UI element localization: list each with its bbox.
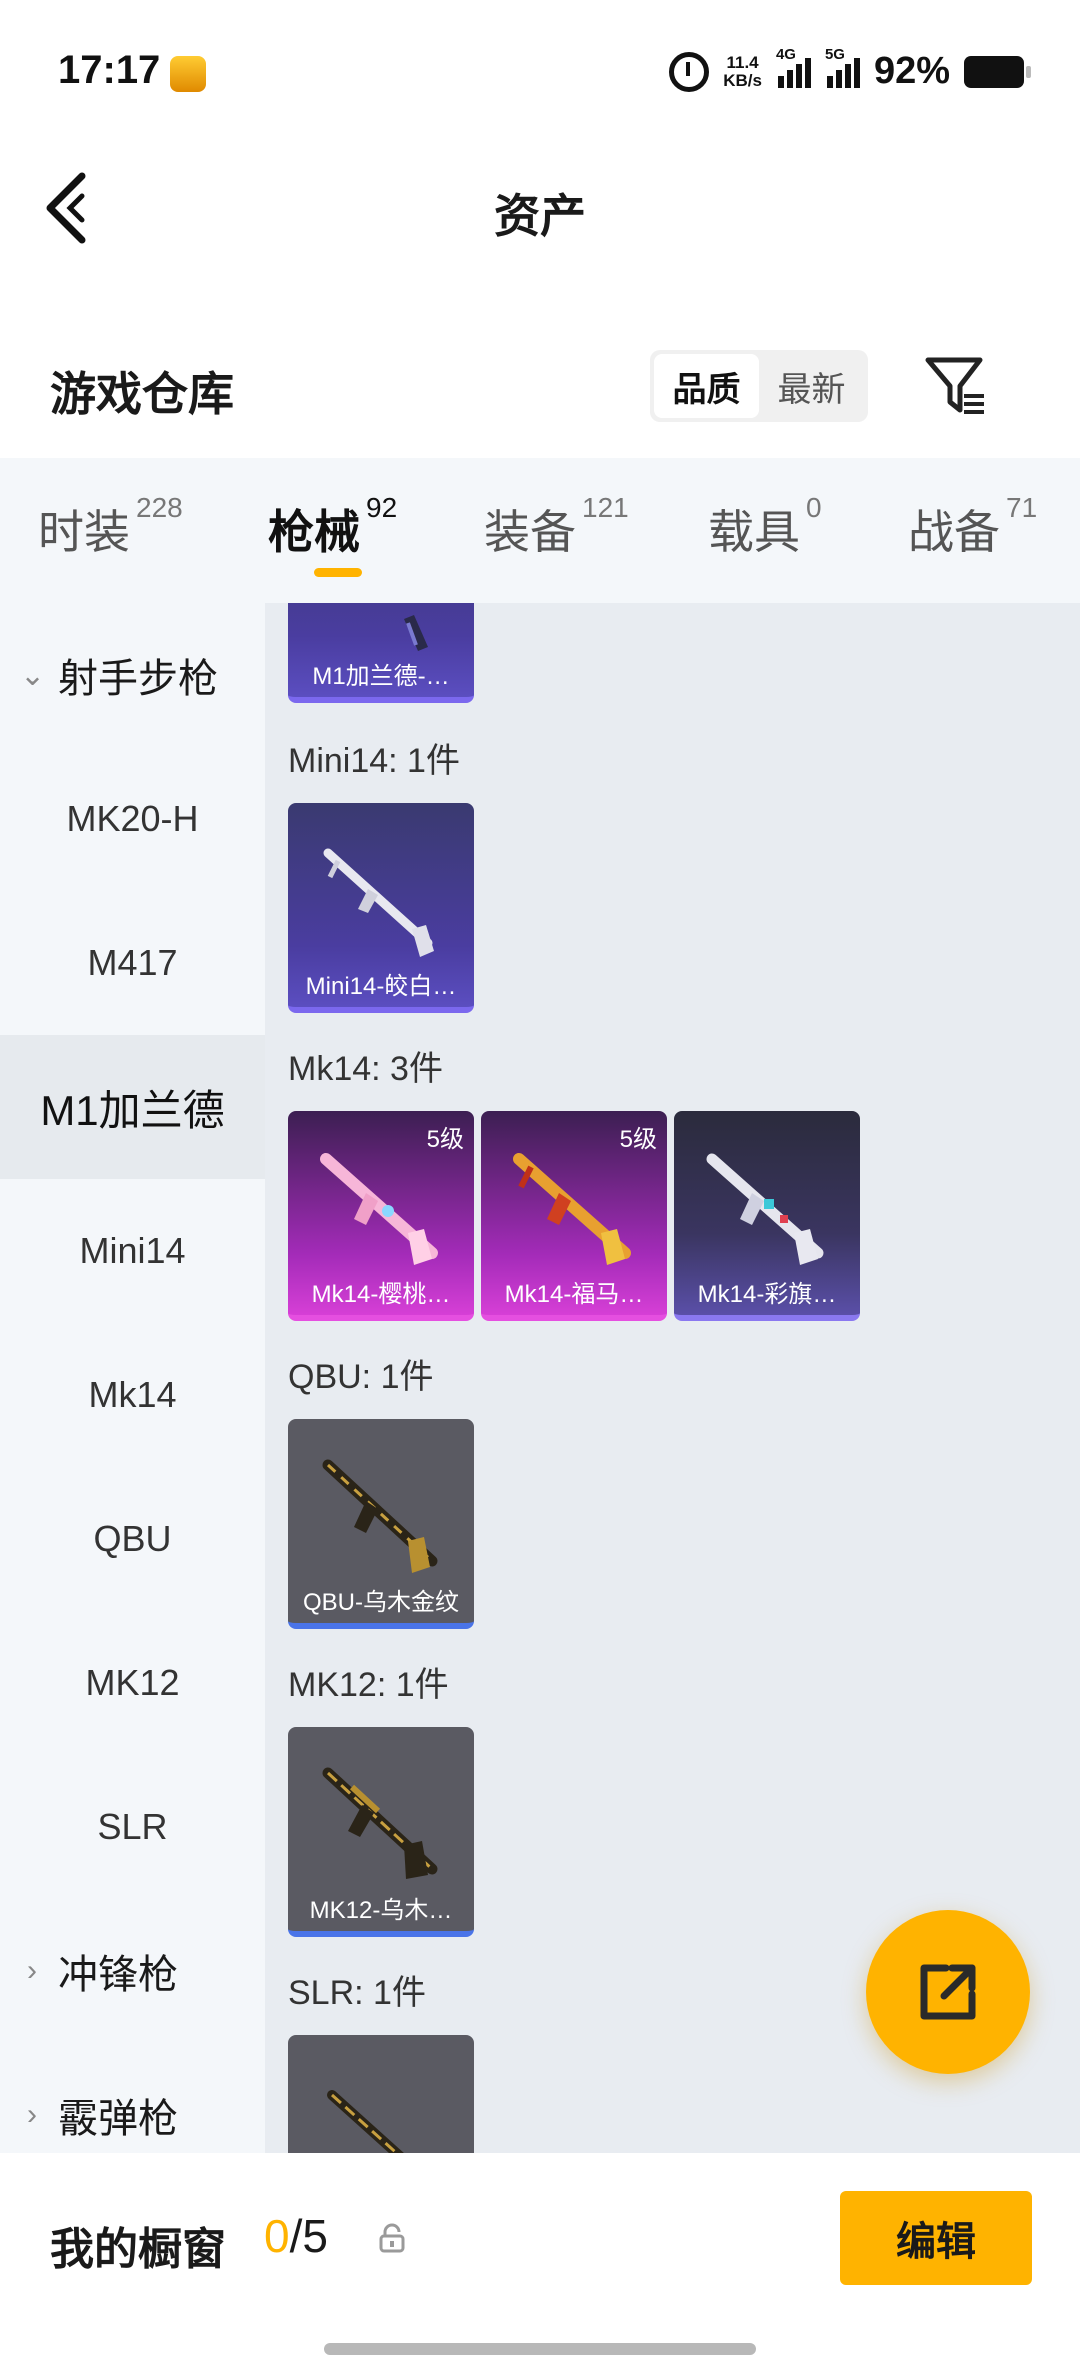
alarm-icon [669,51,710,92]
home-indicator[interactable] [324,2343,756,2355]
edit-button[interactable]: 编辑 [840,2191,1032,2285]
skin-card-name: QBU-乌木金纹 [303,1589,459,1616]
skin-card-name: Mk14-彩旗… [697,1281,837,1308]
network-speed-unit: KB/s [723,70,762,90]
tab-count: 121 [582,492,629,523]
share-button[interactable] [866,1910,1030,2074]
header: 资产 [0,140,1080,270]
battery-icon [964,55,1031,88]
tab-supplies[interactable]: 战备 71 [908,492,1037,562]
tab-equipment[interactable]: 装备 121 [484,492,629,562]
tab-vehicles[interactable]: 载具 0 [708,492,822,562]
signal-5g-label: 5G [824,45,845,63]
filter-icon [925,357,984,414]
skin-card[interactable]: M1加兰德-… [288,603,474,703]
tab-count: 92 [366,492,398,523]
skin-card-name: Mk14-福马… [504,1281,644,1308]
rifle-icon [320,1153,438,1265]
status-time: 17:17 [58,48,161,92]
skin-card[interactable]: MK12-乌木… [288,1727,474,1937]
sidebar-item-label: 霰弹枪 [58,2097,178,2141]
skin-card[interactable]: 5级 Mk14-樱桃… [288,1111,474,1321]
sort-option-quality[interactable]: 品质 [654,354,759,418]
tab-label: 时装 [38,506,130,558]
sidebar-item-label: 射手步枪 [58,657,218,701]
skin-card-name: Mk14-樱桃… [311,1281,451,1308]
sidebar-item-label: 冲锋枪 [58,1953,178,1997]
sidebar-item-mk12[interactable]: MK12 [0,1611,265,1755]
filter-button[interactable] [922,352,988,418]
skin-card-name: Mini14-皎白… [305,973,457,1000]
showcase-total: /5 [289,2210,328,2262]
showcase-bar: 我的橱窗 0/5 编辑 [0,2153,1080,2375]
group-label-mk14: Mk14: 3件 [288,1050,443,1088]
tab-label: 枪械 [268,506,360,558]
sidebar-item-qbu[interactable]: QBU [0,1467,265,1611]
sidebar-group-marksman-rifles[interactable]: ⌄ 射手步枪 [0,603,265,747]
share-icon [920,1964,976,2020]
battery-percent: 92% [873,50,950,92]
rifle-icon [513,1153,631,1265]
sidebar-item-slr[interactable]: SLR [0,1755,265,1899]
sort-option-latest[interactable]: 最新 [759,354,864,418]
tab-label: 战备 [908,506,1000,558]
lock-icon [379,2223,405,2253]
skin-card[interactable]: 5级 Mk14-福马… [481,1111,667,1321]
sidebar-group-smg[interactable]: › 冲锋枪 [0,1899,265,2043]
group-label-mini14: Mini14: 1件 [288,742,460,780]
sort-toggle: 品质 最新 [650,350,868,422]
network-speed: 11.4 KB/s [723,52,762,90]
chevron-right-icon: › [27,2098,37,2131]
rifle-icon [323,848,434,957]
skin-card-name: M1加兰德-… [312,663,450,690]
section-header: 游戏仓库 品质 最新 [0,330,1080,460]
skin-card[interactable]: Mini14-皎白… [288,803,474,1013]
chevron-right-icon: › [27,1954,37,1987]
weapon-type-sidebar: ⌄ 射手步枪 MK20-H M417 M1加兰德 Mini14 Mk14 QBU… [0,603,265,2153]
sidebar-item-m1-garand[interactable]: M1加兰德 [0,1035,265,1179]
status-bar: 17:17 11.4 KB/s 4G 5G 92% [0,0,1080,140]
group-label-mk12: MK12: 1件 [288,1666,449,1704]
game-app-icon [170,56,206,92]
network-speed-value: 11.4 [726,52,759,72]
signal-4g-icon: 4G [776,46,811,88]
showcase-count: 0/5 [264,2209,328,2263]
chevron-down-icon: ⌄ [20,658,46,692]
rifle-icon [327,2090,404,2153]
page-title: 资产 [494,190,586,242]
signal-5g-icon: 5G [825,46,860,88]
status-indicators: 11.4 KB/s 4G 5G 92% [669,46,1031,93]
rifle-icon [322,1459,438,1573]
sidebar-group-shotguns[interactable]: › 霰弹枪 [0,2043,265,2153]
section-title: 游戏仓库 [50,368,234,420]
skin-card[interactable]: QBU-乌木金纹 [288,1419,474,1629]
tab-count: 228 [136,492,183,523]
sidebar-item-mk20h[interactable]: MK20-H [0,747,265,891]
sidebar-item-mk14[interactable]: Mk14 [0,1323,265,1467]
tab-label: 载具 [708,506,800,558]
showcase-used: 0 [264,2210,290,2262]
showcase-label: 我的橱窗 [50,2225,226,2274]
signal-4g-label: 4G [775,45,796,63]
rifle-icon [404,615,428,651]
tab-firearms[interactable]: 枪械 92 [268,492,397,562]
rifle-icon [322,1767,438,1879]
skin-card[interactable] [288,2035,474,2153]
skin-card-name: MK12-乌木… [309,1897,453,1924]
sidebar-item-m417[interactable]: M417 [0,891,265,1035]
sidebar-item-mini14[interactable]: Mini14 [0,1179,265,1323]
tab-count: 0 [806,492,822,523]
active-tab-indicator [314,568,362,577]
skin-card[interactable]: Mk14-彩旗… [674,1111,860,1321]
category-tabs: 时装 228 枪械 92 装备 121 载具 0 战备 71 [0,458,1080,603]
tab-fashion[interactable]: 时装 228 [38,492,183,562]
tab-label: 装备 [484,506,576,558]
tab-count: 71 [1006,492,1038,523]
group-label-qbu: QBU: 1件 [288,1358,434,1396]
rifle-icon [706,1153,824,1265]
group-label-slr: SLR: 1件 [288,1974,426,2012]
